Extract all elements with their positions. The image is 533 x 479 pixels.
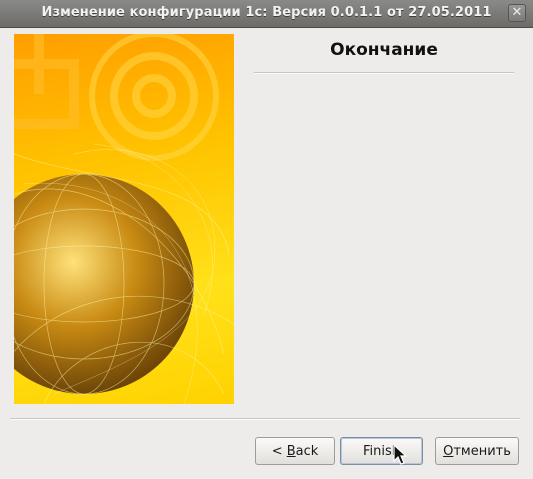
cancel-button-label: тменить xyxy=(453,443,511,459)
title-bar[interactable]: Изменение конфигурации 1с: Версия 0.0.1.… xyxy=(0,0,533,28)
window-title: Изменение конфигурации 1с: Версия 0.0.1.… xyxy=(41,5,492,20)
back-button-prefix: < xyxy=(271,443,287,459)
cancel-button-mnemonic: О xyxy=(443,443,454,459)
cancel-button[interactable]: Отменить xyxy=(435,437,519,465)
header-divider xyxy=(254,72,514,74)
back-button[interactable]: < Back xyxy=(255,437,335,465)
wizard-side-image xyxy=(14,34,234,404)
footer-divider xyxy=(10,418,520,420)
globe-illustration xyxy=(14,34,234,404)
page-title: Окончание xyxy=(330,40,438,60)
back-button-label: ack xyxy=(295,443,319,459)
finish-button[interactable]: Finish xyxy=(340,437,423,465)
wizard-window: Изменение конфигурации 1с: Версия 0.0.1.… xyxy=(0,0,533,479)
close-icon[interactable]: ✕ xyxy=(508,4,526,22)
back-button-mnemonic: B xyxy=(286,443,296,459)
mouse-cursor-icon xyxy=(393,444,408,465)
